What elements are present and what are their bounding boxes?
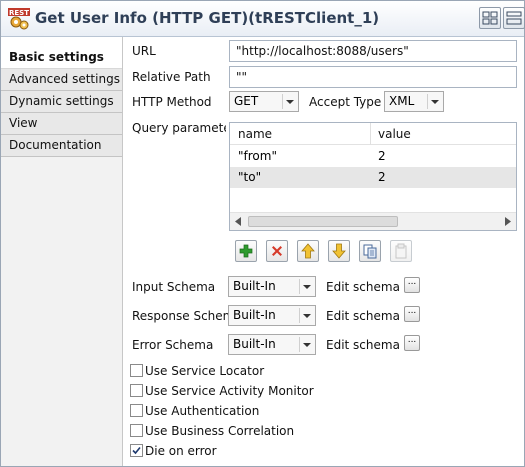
- query-parameters-label: Query parameters: [132, 121, 226, 135]
- use-service-locator-checkbox[interactable]: [130, 364, 143, 377]
- http-method-select[interactable]: GET: [229, 91, 299, 112]
- chevron-down-icon: [282, 94, 296, 109]
- scroll-right-icon: [505, 217, 511, 226]
- cell-name[interactable]: "from": [238, 149, 277, 163]
- layout-grid-button[interactable]: [479, 7, 501, 29]
- relative-path-field[interactable]: [229, 66, 517, 88]
- response-schema-label: Response Schema: [132, 309, 242, 323]
- paste-icon: [395, 243, 407, 259]
- use-service-activity-monitor-checkbox[interactable]: [130, 384, 143, 397]
- move-up-button[interactable]: [297, 240, 319, 262]
- tab-advanced-settings[interactable]: Advanced settings: [1, 69, 122, 91]
- error-schema-select[interactable]: Built-In: [228, 334, 316, 355]
- column-header-name[interactable]: name: [238, 127, 272, 141]
- add-row-button[interactable]: [235, 240, 257, 262]
- delete-icon: [272, 246, 282, 256]
- move-down-icon: [332, 243, 346, 259]
- accept-type-label: Accept Type: [309, 95, 382, 109]
- use-business-correlation-label: Use Business Correlation: [145, 424, 295, 438]
- table-header: name value: [230, 123, 516, 145]
- query-parameters-table: name value "from" 2 "to" 2: [229, 122, 517, 231]
- response-schema-value: Built-In: [233, 308, 276, 322]
- use-business-correlation-checkbox[interactable]: [130, 424, 143, 437]
- chevron-down-icon: [299, 279, 313, 294]
- tab-basic-settings[interactable]: Basic settings: [1, 47, 122, 69]
- tab-documentation[interactable]: Documentation: [1, 135, 122, 157]
- window-title: Get User Info (HTTP GET)(tRESTClient_1): [35, 9, 380, 27]
- column-separator: [370, 123, 371, 145]
- table-row[interactable]: "from" 2: [230, 146, 516, 167]
- title-bar: REST Get User Info (HTTP GET)(tRESTClien…: [1, 1, 525, 37]
- paste-button[interactable]: [390, 240, 412, 262]
- input-schema-select[interactable]: Built-In: [228, 276, 316, 297]
- cell-value[interactable]: 2: [378, 149, 386, 163]
- tabs-background: [1, 157, 122, 466]
- use-service-locator-label: Use Service Locator: [145, 364, 265, 378]
- scrollbar-thumb[interactable]: [248, 216, 398, 227]
- tab-dynamic-settings[interactable]: Dynamic settings: [1, 91, 122, 113]
- layout-list-button[interactable]: [503, 7, 525, 29]
- use-authentication-checkbox[interactable]: [130, 404, 143, 417]
- move-down-button[interactable]: [328, 240, 350, 262]
- chevron-down-icon: [427, 94, 441, 109]
- cell-value[interactable]: 2: [378, 170, 386, 184]
- accept-type-select[interactable]: XML: [384, 91, 444, 112]
- column-header-value[interactable]: value: [378, 127, 411, 141]
- url-field[interactable]: [229, 40, 517, 62]
- delete-row-button[interactable]: [266, 240, 288, 262]
- input-schema-label: Input Schema: [132, 280, 216, 294]
- error-edit-schema-button[interactable]: ...: [404, 335, 420, 351]
- cell-name[interactable]: "to": [238, 170, 261, 184]
- use-authentication-label: Use Authentication: [145, 404, 260, 418]
- die-on-error-label: Die on error: [145, 444, 217, 458]
- chevron-down-icon: [299, 308, 313, 323]
- checkmark-icon: [132, 446, 141, 455]
- add-icon: [239, 244, 253, 258]
- copy-button[interactable]: [359, 240, 381, 262]
- settings-tabs: Basic settings Advanced settings Dynamic…: [1, 47, 122, 157]
- horizontal-scrollbar[interactable]: [230, 212, 516, 230]
- error-schema-label: Error Schema: [132, 338, 214, 352]
- response-edit-schema-button[interactable]: ...: [404, 306, 420, 322]
- response-edit-schema-label: Edit schema: [326, 309, 400, 323]
- tab-view[interactable]: View: [1, 113, 122, 135]
- error-edit-schema-label: Edit schema: [326, 338, 400, 352]
- grid-layout-icon: [482, 11, 498, 25]
- chevron-down-icon: [299, 337, 313, 352]
- panel-divider: [122, 37, 123, 466]
- input-schema-value: Built-In: [233, 279, 276, 293]
- talend-rest-component-icon: REST: [7, 7, 31, 31]
- response-schema-select[interactable]: Built-In: [228, 305, 316, 326]
- input-edit-schema-button[interactable]: ...: [404, 277, 420, 293]
- copy-icon: [363, 244, 377, 259]
- input-edit-schema-label: Edit schema: [326, 280, 400, 294]
- url-label: URL: [132, 44, 156, 58]
- accept-type-value: XML: [389, 94, 415, 108]
- list-layout-icon: [506, 11, 522, 25]
- http-method-value: GET: [234, 94, 259, 108]
- scroll-left-icon: [235, 217, 241, 226]
- die-on-error-checkbox[interactable]: [130, 444, 143, 457]
- relative-path-label: Relative Path: [132, 70, 211, 84]
- error-schema-value: Built-In: [233, 337, 276, 351]
- table-row-selected[interactable]: "to" 2: [230, 167, 516, 188]
- http-method-label: HTTP Method: [132, 95, 212, 109]
- move-up-icon: [301, 243, 315, 259]
- rest-badge-text: REST: [9, 9, 29, 17]
- use-service-activity-monitor-label: Use Service Activity Monitor: [145, 384, 314, 398]
